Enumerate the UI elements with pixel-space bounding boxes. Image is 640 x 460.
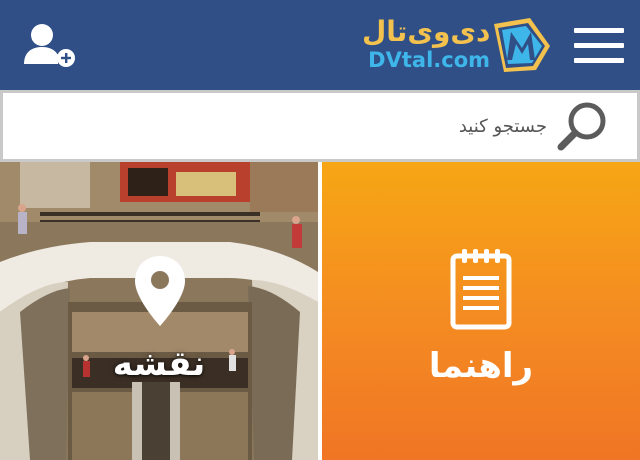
logo-text-persian: دی‌وی‌تال [362, 15, 491, 48]
user-add-icon[interactable] [22, 22, 76, 68]
guide-tile[interactable]: راهنما [322, 162, 640, 460]
map-tile[interactable]: نقشه [0, 162, 318, 460]
hamburger-menu-icon [574, 28, 624, 33]
notepad-icon [450, 248, 512, 330]
dvtal-logo-icon [490, 16, 554, 76]
logo-text-english: DVtal.com [368, 48, 490, 72]
map-pin-icon [133, 254, 187, 328]
search-icon[interactable] [553, 99, 613, 153]
menu-button[interactable] [574, 26, 624, 66]
search-bar [0, 90, 640, 162]
search-input[interactable] [17, 107, 547, 145]
dvtal-logo[interactable]: دی‌وی‌تال DVtal.com [358, 14, 554, 76]
app-header: دی‌وی‌تال DVtal.com [0, 0, 640, 90]
guide-tile-label: راهنما [428, 346, 534, 386]
map-tile-label: نقشه [112, 344, 206, 384]
